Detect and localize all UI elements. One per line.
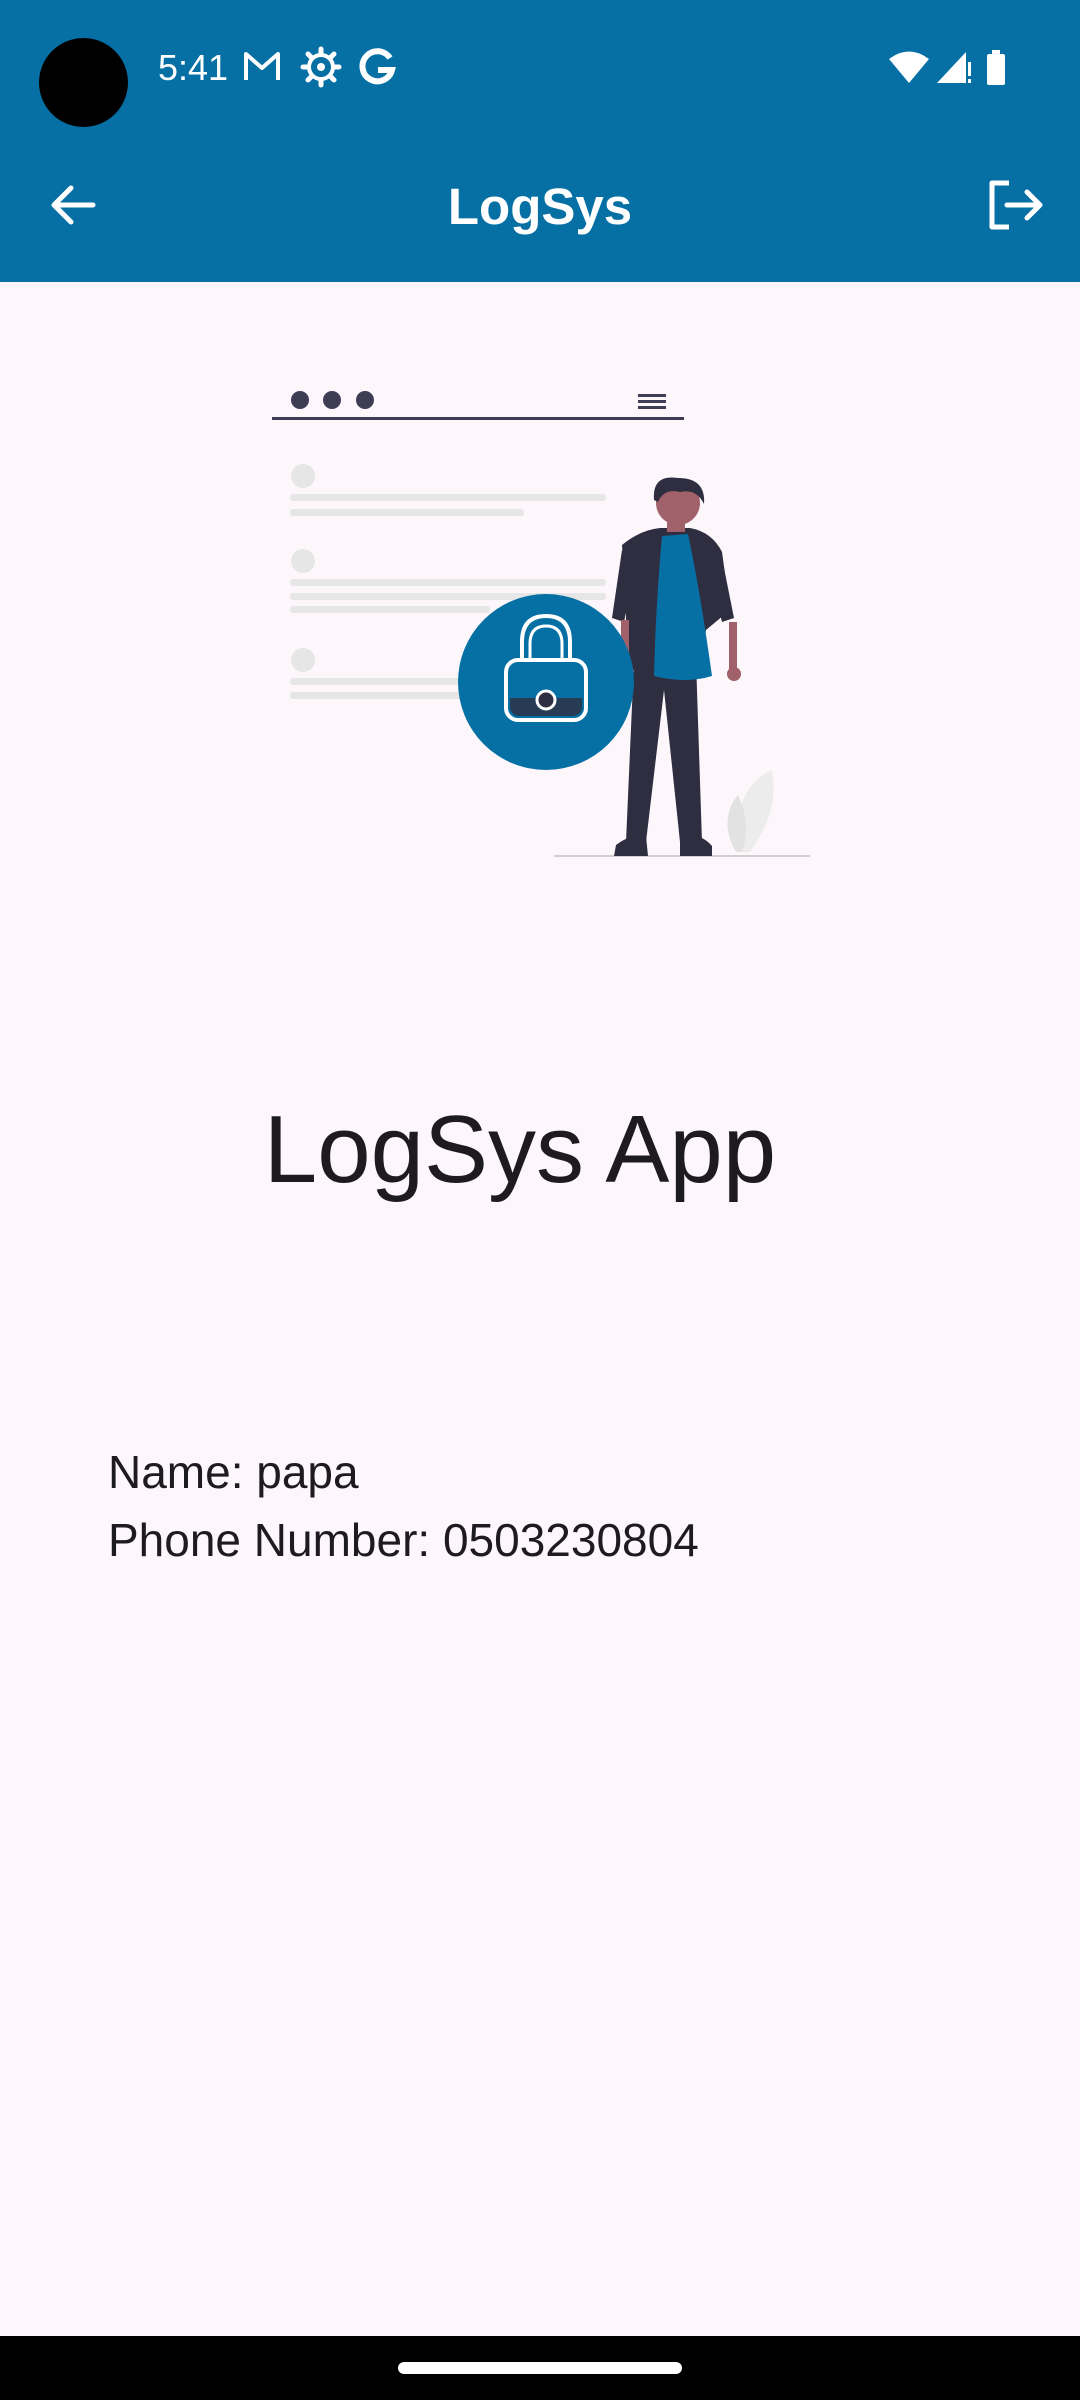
- camera-cutout: [39, 38, 128, 127]
- user-phone-text: Phone Number: 0503230804: [108, 1514, 699, 1566]
- status-bar: 5:41: [0, 0, 1080, 132]
- app-title: LogSys: [447, 178, 633, 235]
- battery-icon: [986, 50, 1006, 91]
- status-time: 5:41: [158, 47, 229, 88]
- signal-icon: [936, 50, 972, 89]
- security-illustration: [260, 370, 820, 870]
- logout-icon: [987, 180, 1043, 235]
- logout-button[interactable]: [980, 177, 1050, 237]
- gmail-icon: [242, 46, 282, 91]
- wifi-icon: [888, 50, 930, 89]
- app-headline: LogSys App: [263, 1096, 777, 1203]
- user-name-text: Name: papa: [108, 1446, 359, 1498]
- settings-gear-icon: [300, 46, 342, 93]
- home-gesture-handle[interactable]: [398, 2362, 682, 2374]
- app-bar: LogSys: [0, 132, 1080, 282]
- google-icon: [356, 46, 398, 93]
